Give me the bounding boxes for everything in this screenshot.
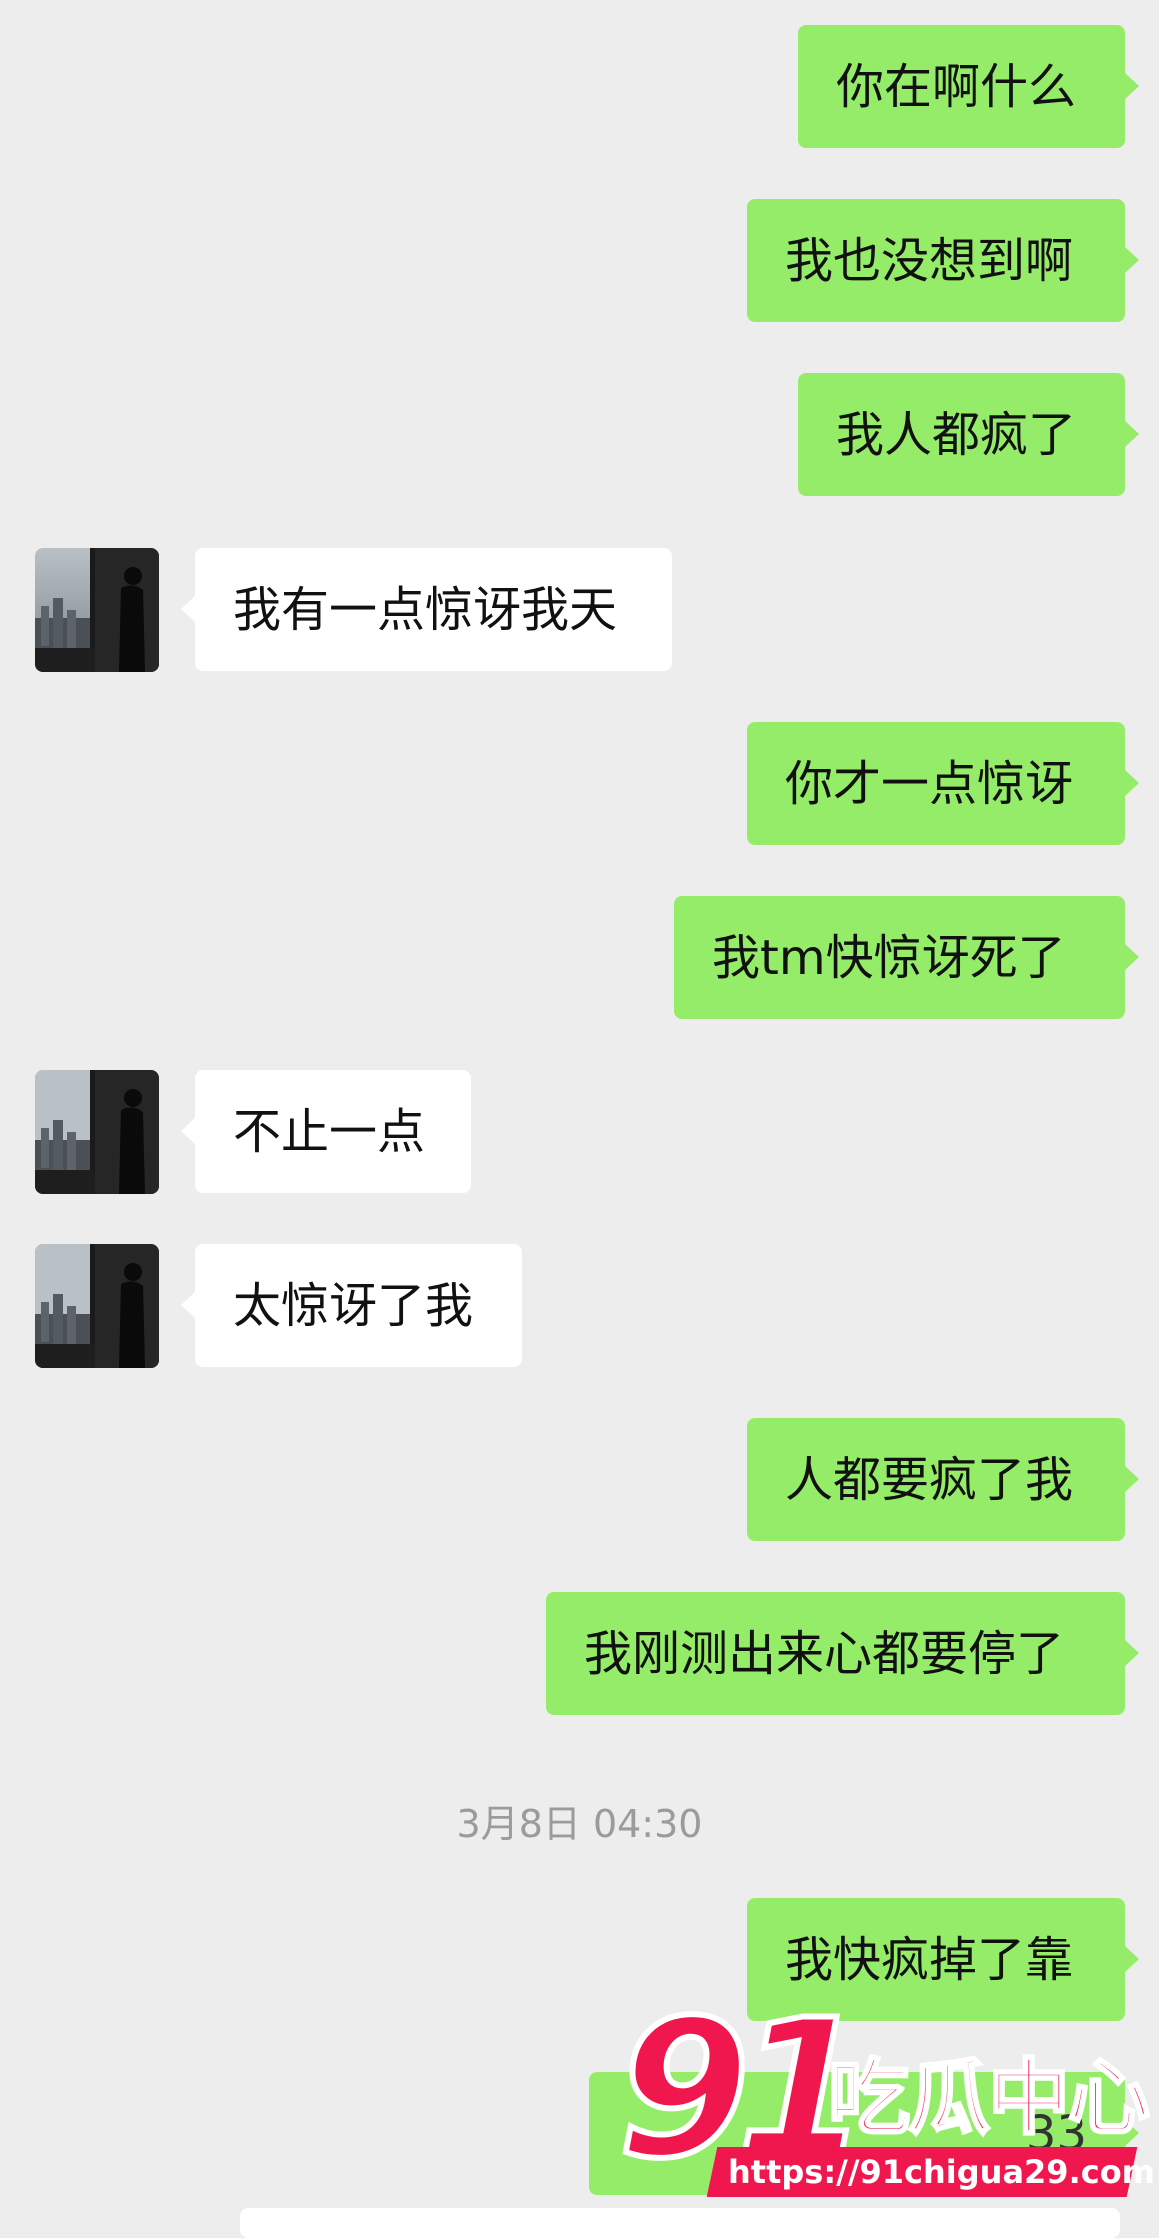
- avatar-silhouette-icon: [35, 1244, 159, 1368]
- message-bubble[interactable]: 我人都疯了: [798, 373, 1125, 496]
- avatar[interactable]: [35, 1070, 159, 1194]
- message-text: 我人都疯了: [836, 406, 1077, 463]
- avatar[interactable]: [35, 548, 159, 672]
- message-text: 我刚测出来心都要停了: [584, 1625, 1065, 1682]
- message-bubble[interactable]: 我有一点惊讶我天: [195, 548, 672, 671]
- bubble-tail: [1125, 73, 1139, 99]
- bubble-tail: [181, 1292, 195, 1318]
- message-bubble[interactable]: 太惊讶了我: [195, 1244, 522, 1367]
- bubble-tail: [1125, 1640, 1139, 1666]
- message-text: 人都要疯了我: [785, 1451, 1074, 1508]
- message-bubble[interactable]: 你才一点惊讶: [747, 722, 1125, 845]
- message-bubble[interactable]: 不止一点: [195, 1070, 471, 1193]
- avatar-silhouette-icon: [35, 1070, 159, 1194]
- bubble-tail: [181, 1118, 195, 1144]
- bubble-tail: [1125, 247, 1139, 273]
- message-bubble[interactable]: 人都要疯了我: [747, 1418, 1125, 1541]
- message-text: 我快疯掉了靠: [785, 1931, 1074, 1988]
- message-text: 你才一点惊讶: [785, 755, 1074, 812]
- bubble-tail: [1125, 1946, 1139, 1972]
- bubble-tail: [1125, 1466, 1139, 1492]
- message-text: 不止一点: [233, 1103, 426, 1160]
- avatar-silhouette-icon: [35, 548, 159, 672]
- message-bubble[interactable]: 你在啊什么: [798, 25, 1125, 148]
- timestamp: 3月8日 04:30: [456, 1802, 703, 1846]
- partial-message-bubble: [240, 2208, 1120, 2238]
- watermark-url: https://91chigua29.com: [728, 2153, 1156, 2191]
- message-text: 我也没想到啊: [785, 232, 1074, 289]
- message-text: 你在啊什么: [836, 58, 1077, 115]
- message-text: 我有一点惊讶我天: [233, 581, 618, 638]
- watermark-brand: 吃瓜中心: [826, 2051, 1151, 2146]
- bubble-tail: [1125, 944, 1139, 970]
- avatar[interactable]: [35, 1244, 159, 1368]
- message-bubble[interactable]: 我tm快惊讶死了: [674, 896, 1125, 1019]
- bubble-tail: [181, 596, 195, 622]
- bubble-tail: [1125, 770, 1139, 796]
- message-bubble[interactable]: 我刚测出来心都要停了: [546, 1592, 1125, 1715]
- message-bubble[interactable]: 我也没想到啊: [747, 199, 1125, 322]
- message-text: 我tm快惊讶死了: [712, 929, 1066, 986]
- message-text: 太惊讶了我: [233, 1277, 474, 1334]
- bubble-tail: [1125, 421, 1139, 447]
